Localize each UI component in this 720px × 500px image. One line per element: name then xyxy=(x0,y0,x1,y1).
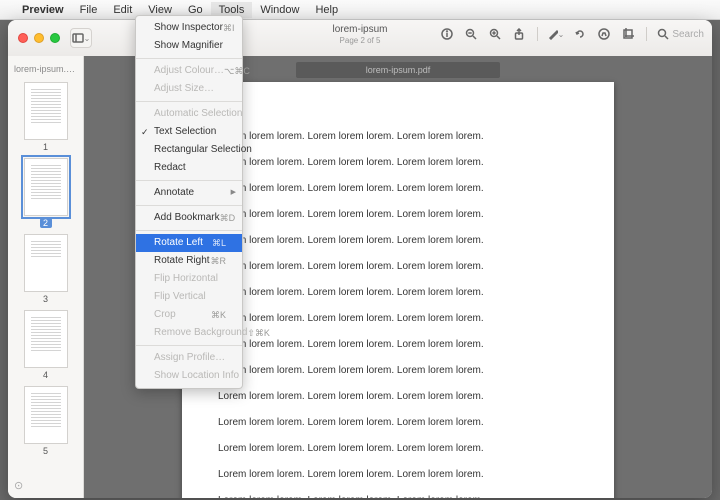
zoom-out-icon[interactable] xyxy=(463,26,479,42)
menu-item-rectangular-selection[interactable]: Rectangular Selection xyxy=(136,141,242,159)
crop-icon[interactable] xyxy=(620,26,636,42)
sidebar-options-icon[interactable]: ⊙ xyxy=(14,479,23,492)
menu-item-show-magnifier[interactable]: Show Magnifier xyxy=(136,37,242,55)
thumbnail-label: 4 xyxy=(8,370,83,380)
document-text-line: Lorem lorem lorem. Lorem lorem lorem. Lo… xyxy=(218,390,578,404)
menu-window[interactable]: Window xyxy=(252,2,307,18)
menu-item-show-inspector[interactable]: Show Inspector⌘I xyxy=(136,19,242,37)
menu-edit[interactable]: Edit xyxy=(105,2,140,18)
menu-item-adjust-colour: Adjust Colour…⌥⌘C xyxy=(136,62,242,80)
fullscreen-button[interactable] xyxy=(50,33,60,43)
document-text-line: Lorem lorem lorem. Lorem lorem lorem. Lo… xyxy=(218,156,578,170)
thumbnail-page-2[interactable] xyxy=(24,158,68,216)
zoom-in-icon[interactable] xyxy=(487,26,503,42)
menu-app[interactable]: Preview xyxy=(14,2,72,18)
sidebar-toggle-button[interactable]: ⌄ xyxy=(70,28,92,48)
document-text-line: Lorem lorem lorem. Lorem lorem lorem. Lo… xyxy=(218,260,578,274)
search-placeholder: Search xyxy=(672,29,704,40)
document-text-line: Lorem lorem lorem. Lorem lorem lorem. Lo… xyxy=(218,286,578,300)
menu-item-show-location-info: Show Location Info xyxy=(136,367,242,385)
menu-item-text-selection[interactable]: Text Selection xyxy=(136,123,242,141)
document-tab-label[interactable]: lorem-ipsum.pdf xyxy=(296,62,501,78)
info-icon[interactable] xyxy=(439,26,455,42)
document-text-line: Lorem lorem lorem. Lorem lorem lorem. Lo… xyxy=(218,208,578,222)
document-text-line: Lorem lorem lorem. Lorem lorem lorem. Lo… xyxy=(218,364,578,378)
thumbnail-page-1[interactable] xyxy=(24,82,68,140)
document-text-line: Lorem lorem lorem. Lorem lorem lorem. Lo… xyxy=(218,130,578,144)
menu-item-rotate-left[interactable]: Rotate Left⌘L xyxy=(136,234,242,252)
document-text-line: Lorem lorem lorem. Lorem lorem lorem. Lo… xyxy=(218,312,578,326)
menu-item-add-bookmark[interactable]: Add Bookmark⌘D xyxy=(136,209,242,227)
document-text-line: Lorem lorem lorem. Lorem lorem lorem. Lo… xyxy=(218,494,578,498)
document-text-line: Lorem lorem lorem. Lorem lorem lorem. Lo… xyxy=(218,416,578,430)
minimize-button[interactable] xyxy=(34,33,44,43)
close-button[interactable] xyxy=(18,33,28,43)
menu-item-remove-background: Remove Background⇧⌘K xyxy=(136,324,242,342)
menu-item-automatic-selection: Automatic Selection xyxy=(136,105,242,123)
menu-item-crop: Crop⌘K xyxy=(136,306,242,324)
menu-file[interactable]: File xyxy=(72,2,106,18)
sidebar-icon xyxy=(72,32,84,44)
thumbnail-label: 5 xyxy=(8,446,83,456)
document-text-line: Lorem lorem lorem. Lorem lorem lorem. Lo… xyxy=(218,234,578,248)
document-text-line: Lorem lorem lorem. Lorem lorem lorem. Lo… xyxy=(218,182,578,196)
titlebar: ⌄ lorem-ipsum Page 2 of 5 ⌄ Search xyxy=(8,20,712,56)
menu-item-flip-horizontal: Flip Horizontal xyxy=(136,270,242,288)
menu-item-rotate-right[interactable]: Rotate Right⌘R xyxy=(136,252,242,270)
menu-item-redact[interactable]: Redact xyxy=(136,159,242,177)
highlight-icon[interactable]: ⌄ xyxy=(548,26,564,42)
toolbar-separator xyxy=(646,27,647,41)
window-title: lorem-ipsum xyxy=(332,24,387,35)
thumbnail-page-5[interactable] xyxy=(24,386,68,444)
menu-item-assign-profile: Assign Profile… xyxy=(136,349,242,367)
system-menubar: Preview FileEditViewGoToolsWindowHelp xyxy=(0,0,720,20)
thumbnail-page-3[interactable] xyxy=(24,234,68,292)
rotate-icon[interactable] xyxy=(572,26,588,42)
window-subtitle: Page 2 of 5 xyxy=(332,36,387,45)
title-center: lorem-ipsum Page 2 of 5 xyxy=(332,24,387,45)
thumbnails-sidebar: lorem-ipsum.pdf 1 2 3 4 5 xyxy=(8,56,84,498)
menu-item-flip-vertical: Flip Vertical xyxy=(136,288,242,306)
sidebar-title: lorem-ipsum.pdf xyxy=(8,62,83,76)
traffic-lights xyxy=(18,33,60,43)
menu-help[interactable]: Help xyxy=(307,2,346,18)
search-field[interactable]: Search xyxy=(657,28,704,40)
toolbar-separator xyxy=(537,27,538,41)
menu-item-adjust-size: Adjust Size… xyxy=(136,80,242,98)
thumbnail-label: 2 xyxy=(40,218,52,228)
markup-icon[interactable] xyxy=(596,26,612,42)
toolbar-right: ⌄ Search xyxy=(439,26,704,42)
thumbnail-label: 3 xyxy=(8,294,83,304)
thumbnail-label: 1 xyxy=(8,142,83,152)
chevron-down-icon: ⌄ xyxy=(84,34,91,43)
thumbnail-page-4[interactable] xyxy=(24,310,68,368)
share-icon[interactable] xyxy=(511,26,527,42)
chevron-down-icon: ⌄ xyxy=(558,30,565,39)
menu-item-annotate[interactable]: Annotate xyxy=(136,184,242,202)
document-text-line: Lorem lorem lorem. Lorem lorem lorem. Lo… xyxy=(218,468,578,482)
document-text-line: Lorem lorem lorem. Lorem lorem lorem. Lo… xyxy=(218,442,578,456)
document-text-line: Lorem lorem lorem. Lorem lorem lorem. Lo… xyxy=(218,338,578,352)
tools-menu: Show Inspector⌘IShow Magnifier Adjust Col… xyxy=(135,15,243,389)
search-icon xyxy=(657,28,669,40)
preview-window: ⌄ lorem-ipsum Page 2 of 5 ⌄ Search lorem… xyxy=(8,20,712,498)
